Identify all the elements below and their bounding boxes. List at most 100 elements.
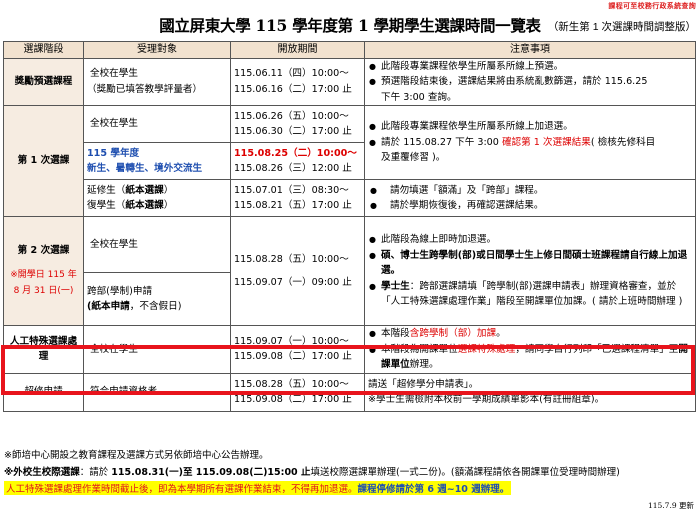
phase-cell: 超修申請 [3, 372, 84, 412]
notes-cell: 此階段為線上即時加退選。 碩、博士生跨學制(部)或日間學士生上修日間碩士班課程請… [364, 216, 696, 326]
col-header-phase: 選課階段 [3, 41, 84, 59]
period-start: 115.08.25（二）10:00～ [234, 147, 357, 159]
note-item: 請於學期恢復後，再確認選課結果。 [368, 198, 692, 214]
phase-note: ※開學日 115 年 [10, 270, 77, 281]
page-title: 國立屏東大學 115 學年度第 1 學期學生選課時間一覽表 （新生第 1 次選課… [0, 14, 700, 36]
page-subtitle: （新生第 1 次選課時間調整版） [547, 21, 696, 33]
target-part: (紙本申請 [87, 301, 130, 312]
phase-text: 第 2 次選課 [17, 244, 70, 256]
notes-cell: 此階段專業課程依學生所屬系所線上加退選。 請於 115.08.27 下午 3:0… [364, 105, 696, 180]
note-text: 辦理。 [409, 359, 439, 370]
target-text: (紙本申請，不含假日) [87, 299, 227, 315]
note-highlight: 選課特殊處理 [457, 343, 516, 355]
target-part: 紙本選課 [125, 200, 164, 211]
footer-text: ※外校生校際選課 [4, 467, 80, 478]
note-text: 預選階段結束後，選課結果將由系統亂數篩選，請於 115.6.25 [381, 76, 648, 87]
col-header-notes: 注意事項 [364, 41, 696, 59]
target-part: ） [163, 200, 174, 211]
notes-cell: 此階段專業課程依學生所屬系所線上預選。 預選階段結束後，選課結果將由系統亂數篩選… [364, 57, 696, 106]
notes-cell: 請勿填選「額滿」及「跨部」課程。 請於學期恢復後，再確認選課結果。 [364, 179, 696, 217]
note-item: 本階段含跨學制（部）加課。 [368, 326, 692, 342]
period-cell: 115.09.07（一）10:00～ 115.09.08（二）17:00 止 [230, 325, 365, 374]
footer-text: 填送校際選課單辦理(一式二份)。(額滿課程請依各開課單位受理時間辦理) [310, 467, 620, 478]
note-item: 請於 115.08.27 下午 3:00 確認第 1 次選課結果( 檢核先修科目… [368, 135, 692, 166]
target-cell: 符合申請資格者 [83, 372, 231, 412]
footer-note-external: ※外校生校際選課：請於 115.08.31(一)至 115.09.08(二)15… [4, 464, 620, 478]
period-end: 115.09.08（二）17:00 止 [234, 351, 352, 363]
period-start: 115.06.11（四）10:00～ [234, 68, 349, 80]
target-cell: 全校在學生 [83, 325, 231, 374]
period-start: 115.06.26（五）10:00～ [234, 110, 349, 122]
target-text: 全校在學生 [90, 343, 138, 355]
period-cell: 115.08.28（五）10:00～ 115.09.07（一）09:00 止 [230, 216, 365, 326]
update-date: 115.7.9 更新 [647, 501, 694, 510]
note-text: 本階段 [381, 328, 410, 339]
phase-cell: 獎勵預選課程 [3, 57, 84, 106]
footer-text: 課程停修請於第 6 週~10 週辦理。 [357, 484, 510, 495]
note-item: 學士生：跨部選課請填「跨學制(部)選課申請表」辦理資格審查，並於「人工特殊選課處… [368, 279, 692, 310]
note-item: 請勿填選「額滿」及「跨部」課程。 [368, 183, 692, 199]
target-part: 紙本選課 [125, 184, 164, 196]
target-part: ） [163, 184, 174, 196]
table-row: 第 2 次選課 ※開學日 115 年 8 月 31 日(一) 全校在學生 115… [3, 216, 696, 326]
target-text: 全校在學生 [90, 118, 138, 130]
col-header-target: 受理對象 [83, 41, 231, 59]
footer-highlight-note: 人工特殊選課處理作業時間截止後，即為本學期所有選課作業結束，不得再加退選。課程停… [4, 481, 512, 495]
phase-cell: 第 2 次選課 ※開學日 115 年 8 月 31 日(一) [3, 216, 84, 326]
note-text: ：跨部選課請填「跨學制(部)選課申請表」辦理資格審查，並於「人工特殊選課處理作業… [381, 280, 683, 308]
period-cell: 115.06.26（五）10:00～ 115.06.30（二）17:00 止 [230, 105, 365, 143]
period-end: 115.08.26（三）12:00 止 [234, 163, 352, 174]
note-text: 本階段為開課單位 [381, 343, 458, 355]
table-row: 獎勵預選課程 全校在學生 （獎勵已填答教學評量者） 115.06.11（四）10… [3, 57, 696, 106]
note-item: 此階段專業課程依學生所屬系所線上加退選。 [368, 119, 692, 135]
period-end: 115.06.16（二）17:00 止 [234, 83, 352, 95]
note-text: 及重覆修習 )。 [381, 152, 446, 164]
table-row: 延修生（紙本選課） 復學生（紙本選課） 115.07.01（三）08:30～ 1… [4, 179, 696, 217]
target-text: 全校在學生 [90, 238, 138, 250]
target-cell: 延修生（紙本選課） 復學生（紙本選課） [83, 179, 231, 217]
target-text: 復學生（紙本選課） [87, 198, 227, 214]
note-highlight: 含跨學制（部）加課 [409, 328, 497, 339]
target-text: 跨部(學制)申請 [87, 285, 153, 297]
notes-cell: 請送「超修學分申請表」。 ※學士生需檢附本校前一學期成績單影本(有註冊組章)。 [364, 372, 696, 412]
period-end: 115.09.08（二）17:00 止 [234, 394, 352, 405]
period-end: 115.09.07（一）09:00 止 [234, 277, 352, 288]
footer-text: 人工特殊選課處理作業時間截止後，即為本學期所有選課作業結束，不得再加退選。 [6, 484, 358, 495]
note-item: 此階段專業課程依學生所屬系所線上預選。 [368, 59, 692, 75]
schedule-table: 選課階段 受理對象 開放期間 注意事項 獎勵預選課程 全校在學生 （獎勵已填答教… [3, 41, 696, 412]
period-cell: 115.08.25（二）10:00～ 115.08.26（三）12:00 止 [230, 142, 365, 180]
table-row: 第 1 次選課 全校在學生 115.06.26（五）10:00～ 115.06.… [3, 105, 696, 217]
footer-note-teacher-center: ※師培中心開設之教育課程及選課方式另依師培中心公告辦理。 [4, 450, 269, 461]
note-text: 請於 115.08.27 下午 3:00 [381, 136, 502, 148]
note-text: ( 檢核先修科目 [590, 136, 656, 148]
phase-note: 8 月 31 日(一) [13, 285, 74, 296]
note-text: ※學士生需檢附本校前一學期成績單影本(有註冊組章)。 [368, 394, 605, 405]
period-start: 115.09.07（一）10:00～ [234, 335, 349, 347]
note-item: 此階段為線上即時加退選。 [368, 232, 692, 248]
target-part: 延修生（ [87, 184, 126, 196]
note-text: 請送「超修學分申請表」。 [368, 378, 479, 390]
table-row: 超修申請 符合申請資格者 115.08.28（五）10:00～ 115.09.0… [3, 372, 696, 412]
target-part: 復學生（ [87, 200, 126, 211]
col-header-period: 開放期間 [230, 41, 365, 59]
target-text: 延修生（紙本選課） [87, 183, 227, 199]
note-text: 學士生 [381, 280, 410, 292]
target-text: 全校在學生 [90, 68, 138, 80]
target-text: 新生、暑轉生、境外交流生 [87, 163, 203, 174]
note-highlight: 確認第 1 次選課結果 [501, 136, 591, 148]
note-item: 本階段為開課單位選課特殊處理，請同學自行列印「已選課程清單」至開課單位辦理。 [368, 342, 692, 373]
target-text: 符合申請資格者 [90, 386, 158, 398]
period-cell: 115.07.01（三）08:30～ 115.08.21（五）17:00 止 [230, 179, 365, 217]
target-cell: 全校在學生 [83, 216, 231, 273]
period-start: 115.08.28（五）10:00～ [234, 253, 349, 265]
target-text: （獎勵已填答教學評量者） [87, 83, 203, 95]
target-text: 115 學年度 [87, 147, 140, 159]
phase-cell: 第 1 次選課 [3, 105, 84, 217]
footer-text: ：請於 [79, 467, 112, 478]
period-cell: 115.06.11（四）10:00～ 115.06.16（二）17:00 止 [230, 57, 365, 106]
title-text: 國立屏東大學 115 學年度第 1 學期學生選課時間一覽表 [159, 16, 541, 35]
target-cell: 全校在學生 [83, 105, 231, 143]
note-text: ，請同學自行列印「已選課程清單」至 [515, 343, 679, 355]
period-start: 115.08.28（五）10:00～ [234, 378, 349, 390]
notes-cell: 本階段含跨學制（部）加課。 本階段為開課單位選課特殊處理，請同學自行列印「已選課… [364, 325, 696, 374]
